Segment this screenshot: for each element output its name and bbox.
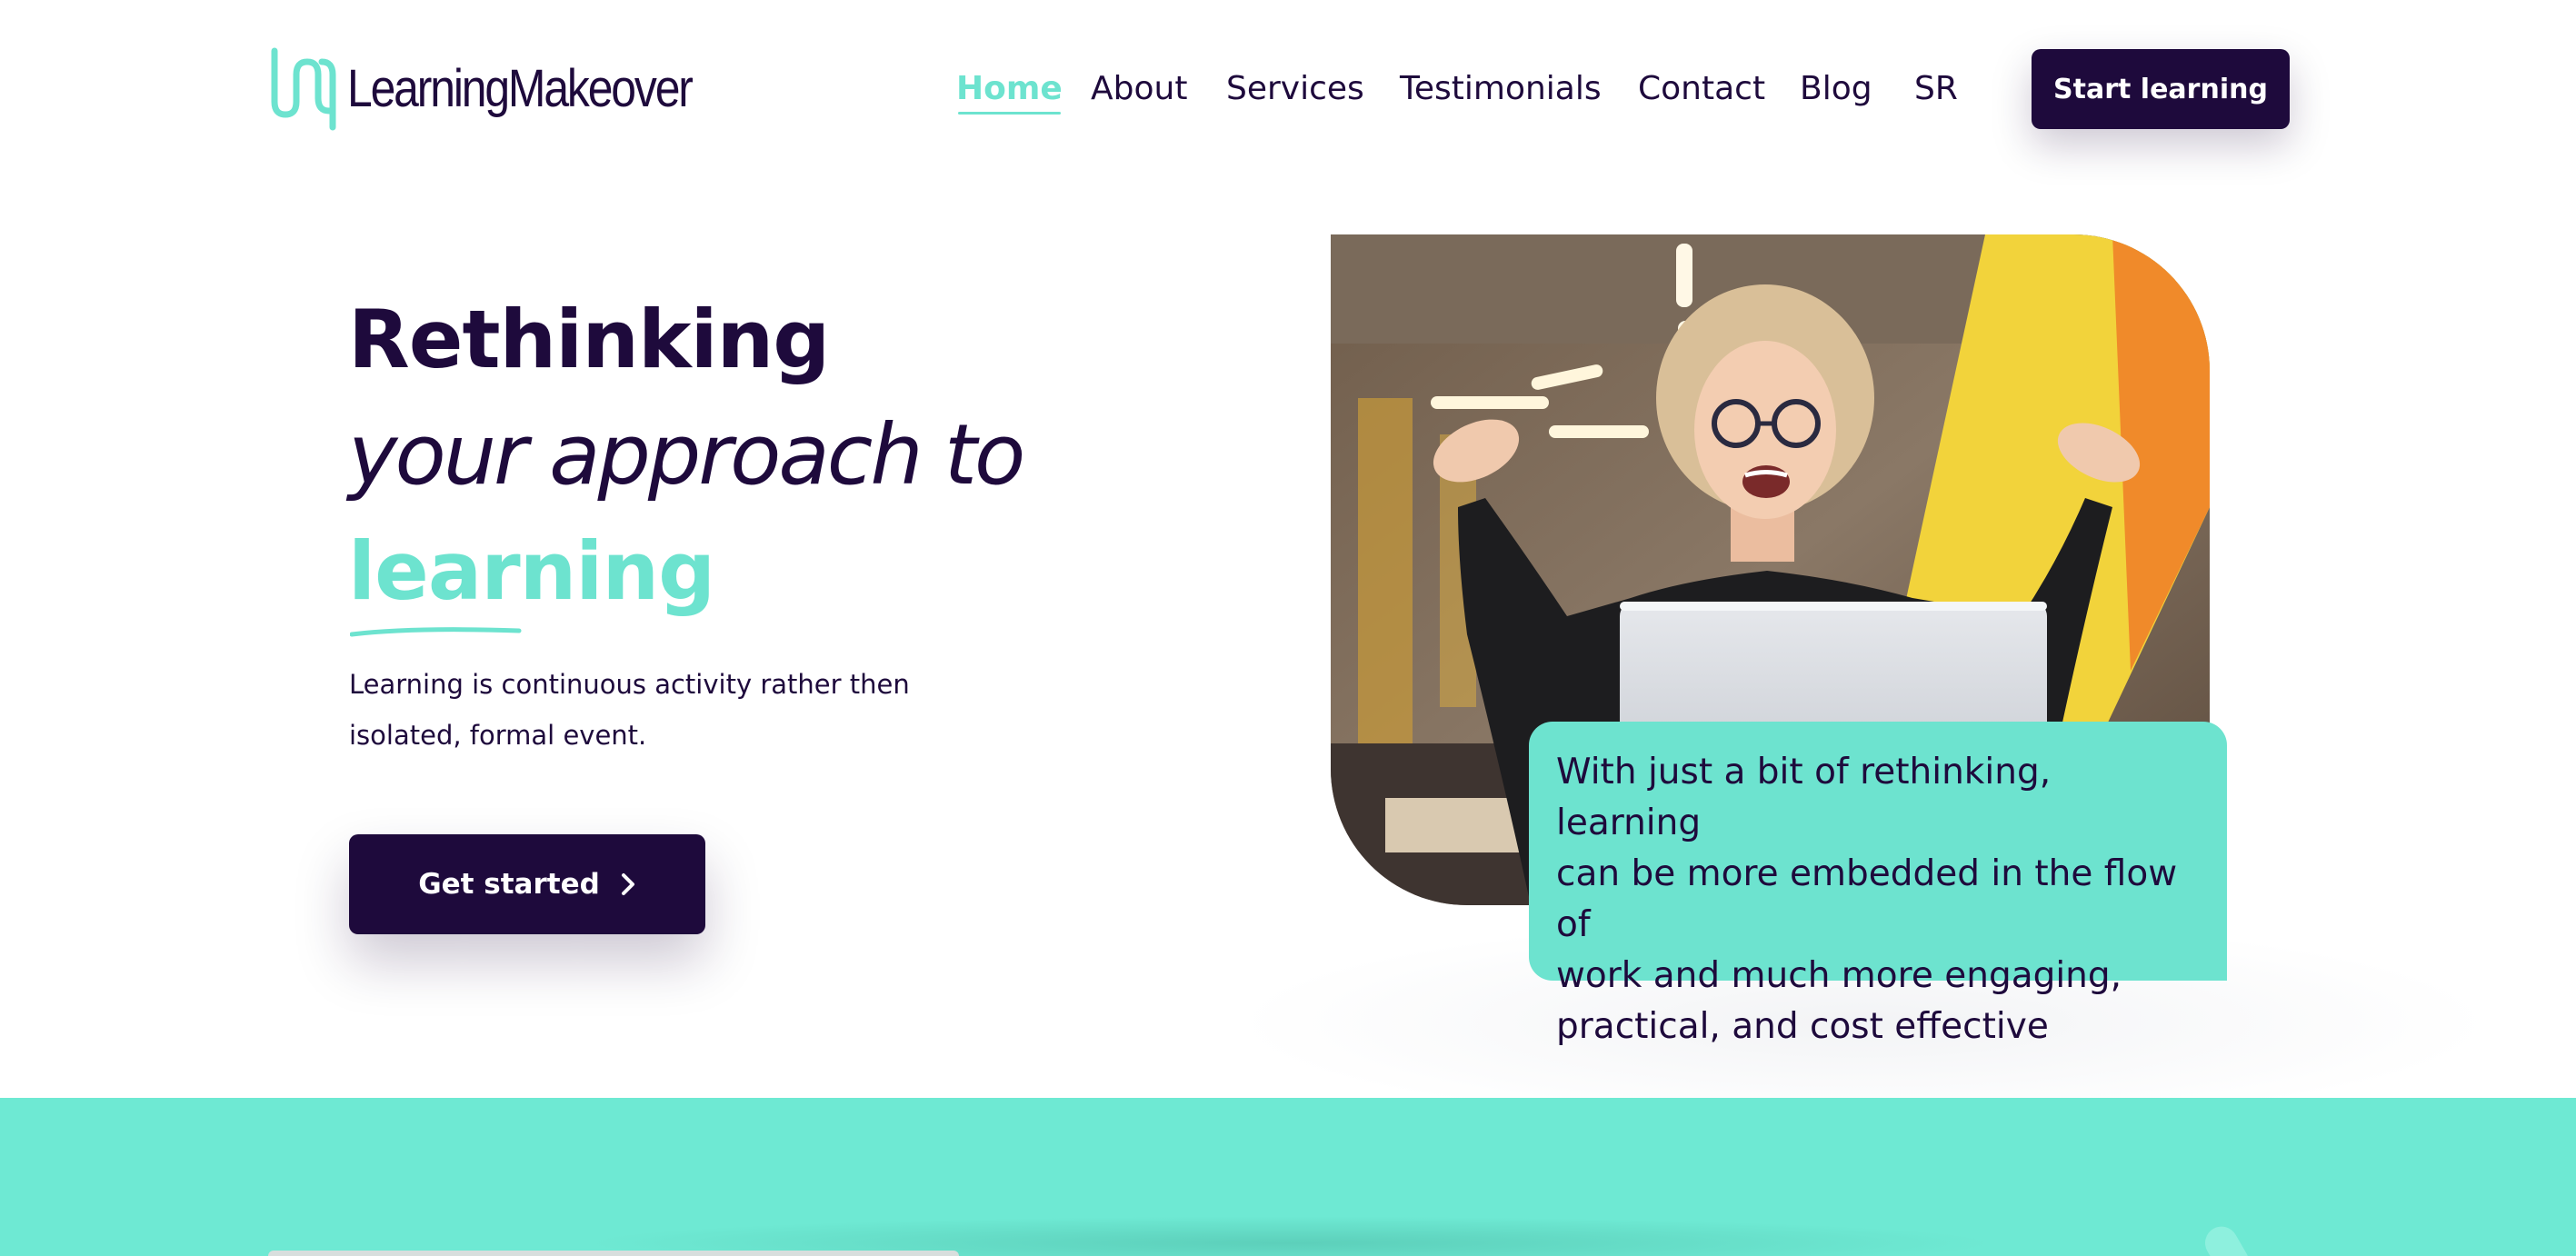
quote-line: can be more embedded in the flow of xyxy=(1556,853,2178,945)
get-started-button[interactable]: Get started xyxy=(349,834,705,934)
section-card-edge xyxy=(268,1251,959,1256)
nav-item-label: Contact xyxy=(1638,70,1766,107)
hero-quote-card: With just a bit of rethinking, learning … xyxy=(1529,722,2227,1047)
quote-line: With just a bit of rethinking, learning xyxy=(1556,752,2052,843)
nav-item-label: Home xyxy=(956,70,1063,107)
hero-quote-text: With just a bit of rethinking, learning … xyxy=(1556,747,2202,1052)
hero-subtitle-line2: isolated, formal event. xyxy=(349,720,647,751)
nav-item-testimonials[interactable]: Testimonials xyxy=(1400,60,1602,118)
get-started-label: Get started xyxy=(418,868,600,901)
decorative-shape xyxy=(2199,1221,2255,1256)
quote-line: practical, and cost effective xyxy=(1556,1006,2049,1047)
nav-item-home[interactable]: Home xyxy=(956,60,1063,118)
nav-item-language[interactable]: SR xyxy=(1914,60,1958,118)
hero-headline-line2: your approach to xyxy=(348,406,1025,503)
hero-subtitle: Learning is continuous activity rather t… xyxy=(349,659,931,761)
nav-item-contact[interactable]: Contact xyxy=(1638,60,1765,118)
quote-line: work and much more engaging, xyxy=(1556,955,2122,996)
active-underline xyxy=(958,112,1061,115)
nav-item-label: Blog xyxy=(1800,70,1872,107)
headline-underline-decoration xyxy=(350,627,522,637)
features-section-band xyxy=(0,1098,2576,1256)
nav-item-label: About xyxy=(1091,70,1188,107)
start-learning-button[interactable]: Start learning xyxy=(2032,49,2290,129)
nav-item-about[interactable]: About xyxy=(1091,60,1187,118)
hero-headline-accent: learning xyxy=(348,524,715,618)
nav-item-services[interactable]: Services xyxy=(1226,60,1364,118)
hero-headline-line1: Rethinking xyxy=(348,293,830,386)
hero-subtitle-line1: Learning is continuous activity rather t… xyxy=(349,669,910,700)
chevron-right-icon xyxy=(621,873,634,895)
nav-item-label: SR xyxy=(1914,70,1958,107)
nav-item-blog[interactable]: Blog xyxy=(1800,60,1872,118)
nav-item-label: Testimonials xyxy=(1400,70,1602,107)
nav-item-label: Services xyxy=(1226,70,1364,107)
